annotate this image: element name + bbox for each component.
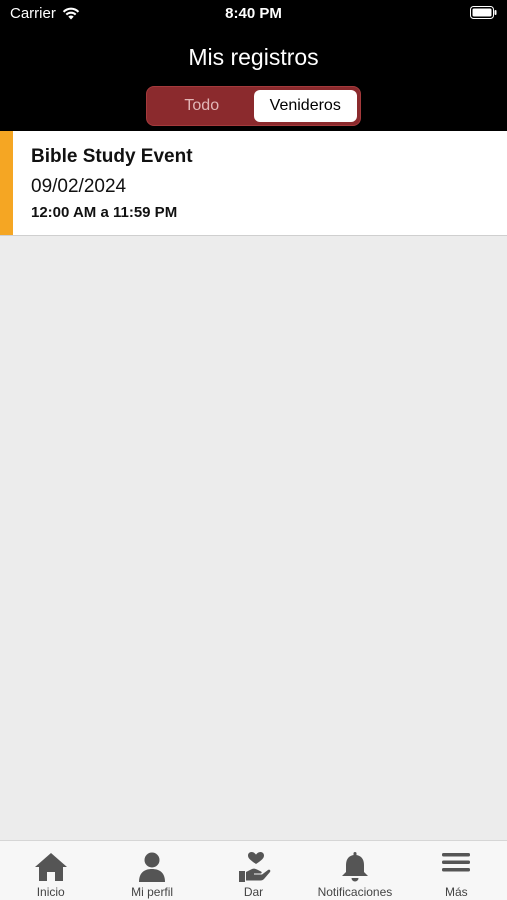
tab-inicio[interactable]: Inicio bbox=[0, 841, 101, 900]
tab-bar: Inicio Mi perfil Dar Notificaciones Más bbox=[0, 840, 507, 900]
menu-icon bbox=[442, 853, 471, 872]
segment-venideros[interactable]: Venideros bbox=[253, 90, 357, 122]
status-time: 8:40 PM bbox=[225, 5, 282, 22]
page-title: Mis registros bbox=[188, 44, 319, 70]
tab-label: Más bbox=[444, 885, 468, 899]
tab-notificaciones[interactable]: Notificaciones bbox=[304, 841, 405, 900]
top-bar: Carrier 8:40 PM Mis registros Todo Venid… bbox=[0, 0, 507, 131]
status-bar: Carrier 8:40 PM bbox=[0, 0, 507, 28]
tab-dar[interactable]: Dar bbox=[203, 841, 304, 900]
tab-label: Dar bbox=[243, 885, 264, 899]
event-date: 09/02/2024 bbox=[31, 176, 127, 197]
segment-todo[interactable]: Todo bbox=[150, 90, 254, 122]
tab-label: Mi perfil bbox=[131, 885, 174, 899]
give-icon bbox=[238, 852, 270, 882]
event-title: Bible Study Event bbox=[31, 146, 193, 167]
event-list-item[interactable]: Bible Study Event 09/02/2024 12:00 AM a … bbox=[0, 131, 507, 236]
event-accent-stripe bbox=[0, 131, 13, 235]
event-time: 12:00 AM a 11:59 PM bbox=[31, 204, 178, 221]
bell-icon bbox=[341, 852, 368, 882]
tab-mi-perfil[interactable]: Mi perfil bbox=[101, 841, 202, 900]
tab-label: Notificaciones bbox=[317, 885, 393, 899]
person-icon bbox=[139, 852, 166, 882]
battery-icon bbox=[470, 6, 497, 23]
home-icon bbox=[34, 853, 67, 881]
segmented-control: Todo Venideros bbox=[146, 86, 361, 126]
tab-label: Inicio bbox=[36, 885, 65, 899]
tab-mas[interactable]: Más bbox=[406, 841, 507, 900]
